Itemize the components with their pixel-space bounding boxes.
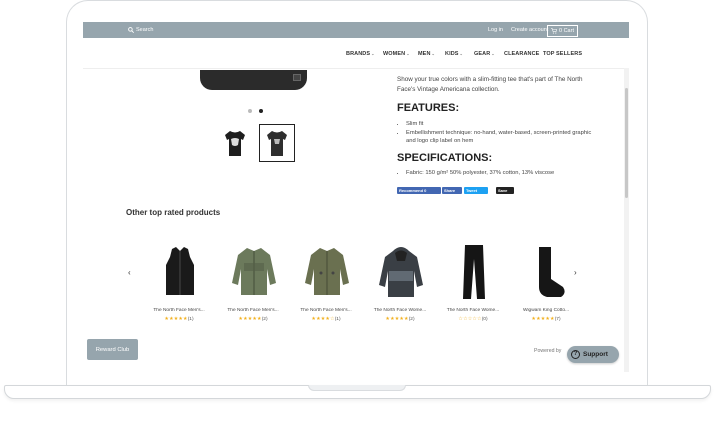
rating-stars: ★★★★★(7)	[513, 316, 579, 322]
hooded-jacket-icon	[379, 247, 423, 297]
sock-icon	[539, 247, 565, 297]
product-thumbnail[interactable]	[217, 124, 253, 162]
product-thumbnail-selected[interactable]	[259, 124, 295, 162]
review-count: (2)	[261, 317, 268, 322]
chevron-down-icon: ⌄	[459, 51, 463, 56]
list-item: Fabric: 150 g/m² 50% polyester, 37% cott…	[406, 169, 592, 178]
nav-label: WOMEN	[383, 51, 406, 57]
chevron-down-icon: ⌄	[491, 51, 495, 56]
login-link[interactable]: Log in	[488, 27, 503, 33]
product-name: The North Face Wome...	[446, 308, 500, 313]
laptop-notch	[308, 385, 406, 391]
nav-item-top-sellers[interactable]: TOP SELLERS	[543, 51, 582, 57]
rating-stars: ★★★★☆(1)	[293, 316, 359, 322]
nav-item-brands[interactable]: BRANDS⌄	[346, 51, 375, 57]
review-count: (0)	[481, 317, 488, 322]
cart-button[interactable]: 0 Cart	[547, 25, 578, 37]
pinterest-save-button[interactable]: Save	[496, 187, 514, 194]
product-image	[156, 243, 204, 301]
scrollbar-thumb[interactable]	[625, 88, 628, 198]
features-heading: FEATURES:	[397, 102, 460, 114]
star-icons: ★★★★★	[531, 316, 555, 322]
product-card[interactable]: The North Face Men's... ★★★★★(1)	[146, 243, 216, 333]
utility-bar: Search Log in Create account 0 Cart	[83, 22, 629, 38]
support-button[interactable]: ? Support	[567, 346, 619, 363]
nav-item-women[interactable]: WOMEN⌄	[383, 51, 410, 57]
related-products-title: Other top rated products	[126, 208, 221, 217]
carousel-dot[interactable]	[248, 109, 252, 113]
product-main-image	[200, 70, 307, 90]
star-icons: ☆☆☆☆☆	[458, 316, 482, 322]
product-description: Show your true colors with a slim-fittin…	[397, 76, 583, 93]
powered-by-text: Powered by	[534, 348, 562, 354]
chevron-down-icon: ⌄	[371, 51, 375, 56]
carousel-dot-active[interactable]	[259, 109, 263, 113]
product-card[interactable]: The North Face Wome... ★★★★★(2)	[367, 243, 437, 333]
star-icons: ★★★★★	[238, 316, 262, 322]
nav-label: KIDS	[445, 51, 459, 57]
product-name: The North Face Men's...	[153, 308, 205, 313]
specifications-list: Fabric: 150 g/m² 50% polyester, 37% cott…	[397, 169, 592, 178]
nav-label: GEAR	[474, 51, 491, 57]
support-label: Support	[583, 351, 608, 358]
cart-icon	[551, 28, 557, 34]
review-count: (1)	[187, 317, 194, 322]
tshirt-icon	[267, 131, 287, 156]
product-name: The North Face Men's...	[300, 308, 352, 313]
tweet-button[interactable]: Tweet	[464, 187, 488, 194]
rating-stars: ★★★★★(2)	[367, 316, 433, 322]
pants-icon	[463, 245, 485, 299]
product-image	[450, 243, 498, 301]
list-item: Slim fit	[406, 120, 592, 129]
search-icon	[128, 27, 134, 33]
product-name: The North Face Men's...	[227, 308, 279, 313]
product-card[interactable]: The North Face Men's... ★★★★☆(1)	[293, 243, 363, 333]
specifications-heading: SPECIFICATIONS:	[397, 152, 493, 164]
review-count: (2)	[408, 317, 415, 322]
search-link[interactable]: Search	[128, 27, 153, 33]
rating-stars: ★★★★★(1)	[146, 316, 212, 322]
tshirt-icon	[225, 131, 245, 156]
chevron-down-icon: ⌄	[406, 51, 410, 56]
vest-icon	[166, 247, 194, 295]
nav-item-gear[interactable]: GEAR⌄	[474, 51, 495, 57]
product-image	[303, 243, 351, 301]
search-label: Search	[136, 27, 154, 33]
carousel-prev-button[interactable]: ‹	[128, 268, 131, 277]
star-icons: ★★★★★	[385, 316, 409, 322]
product-name: The North Face Wome...	[373, 308, 427, 313]
review-count: (7)	[554, 317, 561, 322]
features-list: Slim fit Embellishment technique: no-han…	[397, 120, 592, 146]
review-count: (1)	[334, 317, 341, 322]
jacket-icon	[232, 248, 276, 295]
nav-item-clearance[interactable]: CLEARANCE	[504, 51, 539, 57]
reward-club-button[interactable]: Reward Club	[87, 339, 138, 360]
product-name: Wigwam King Cotto...	[522, 308, 570, 313]
chevron-down-icon: ⌄	[431, 51, 435, 56]
star-icons: ★★★★☆	[311, 316, 335, 322]
help-icon: ?	[571, 350, 580, 359]
product-card[interactable]: The North Face Men's... ★★★★★(2)	[220, 243, 290, 333]
product-image	[377, 243, 425, 301]
nav-item-kids[interactable]: KIDS⌄	[445, 51, 463, 57]
main-nav: BRANDS⌄ WOMEN⌄ MEN⌄ KIDS⌄ GEAR⌄ CLEARANC…	[83, 38, 629, 69]
create-account-link[interactable]: Create account	[511, 27, 548, 33]
facebook-recommend-button[interactable]: Recommend 0	[397, 187, 441, 194]
nav-label: BRANDS	[346, 51, 371, 57]
cart-label: 0 Cart	[559, 28, 574, 34]
nav-item-men[interactable]: MEN⌄	[418, 51, 435, 57]
product-card[interactable]: The North Face Wome... ☆☆☆☆☆(0)	[440, 243, 510, 333]
product-card[interactable]: Wigwam King Cotto... ★★★★★(7)	[513, 243, 583, 333]
nav-label: MEN	[418, 51, 431, 57]
jacket-icon	[305, 248, 349, 295]
rating-stars: ☆☆☆☆☆(0)	[440, 316, 506, 322]
facebook-share-button[interactable]: Share	[442, 187, 462, 194]
product-image	[523, 243, 571, 301]
product-image	[230, 243, 278, 301]
rating-stars: ★★★★★(2)	[220, 316, 286, 322]
star-icons: ★★★★★	[164, 316, 188, 322]
list-item: Embellishment technique: no-hand, water-…	[406, 129, 592, 146]
browser-screen: Search Log in Create account 0 Cart BRAN…	[83, 22, 629, 372]
